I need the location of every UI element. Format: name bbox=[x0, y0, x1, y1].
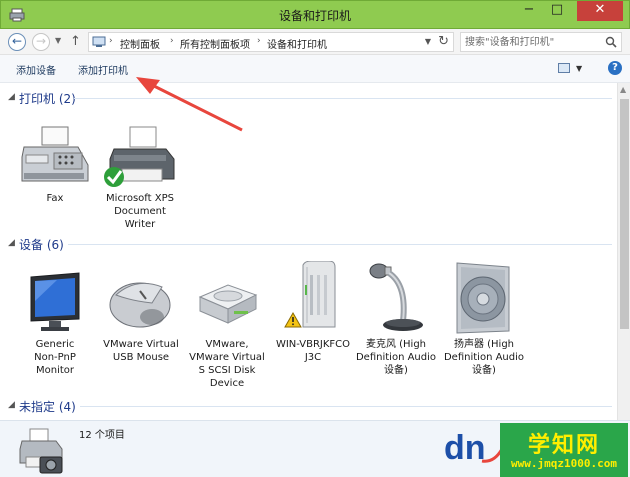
scroll-up-icon[interactable]: ▲ bbox=[620, 85, 626, 94]
group-header-printers[interactable]: ◢ 打印机 (2) bbox=[8, 89, 612, 107]
item-count: 12 个项目 bbox=[79, 430, 125, 441]
watermark-logo-icon: dn bbox=[444, 429, 504, 467]
address-toolbar: ← → ▼ ↑ › 控制面板 › 所有控制面板项 › 设备和打印机 ▼ ↻ bbox=[0, 29, 630, 55]
printer-default-icon bbox=[104, 126, 175, 187]
watermark-url: www.jmqz1000.com bbox=[511, 457, 617, 470]
group-title-printers: 打印机 (2) bbox=[19, 92, 76, 106]
collapse-chevron-icon[interactable]: ◢ bbox=[8, 238, 15, 248]
collapse-chevron-icon[interactable]: ◢ bbox=[8, 400, 15, 410]
breadcrumb-separator[interactable]: › bbox=[170, 36, 174, 46]
monitor-icon bbox=[30, 272, 80, 331]
add-device-button[interactable]: 添加设备 bbox=[16, 62, 56, 77]
view-options-dropdown[interactable]: ▼ bbox=[576, 64, 582, 73]
device-label: VMware Virtual USB Mouse bbox=[103, 339, 179, 363]
recent-locations-dropdown[interactable]: ▼ bbox=[55, 36, 61, 45]
fax-icon bbox=[21, 126, 89, 182]
svg-text:dn: dn bbox=[444, 429, 486, 467]
scrollbar-thumb[interactable] bbox=[620, 99, 629, 329]
change-view-button[interactable] bbox=[558, 63, 570, 73]
minimize-button[interactable]: − bbox=[515, 1, 543, 21]
group-divider bbox=[80, 406, 612, 407]
back-button[interactable]: ← bbox=[8, 33, 26, 51]
disk-drive-icon bbox=[198, 284, 258, 324]
maximize-button[interactable]: □ bbox=[543, 1, 571, 21]
speaker-icon bbox=[456, 262, 510, 334]
address-history-dropdown[interactable]: ▼ bbox=[425, 37, 431, 46]
group-header-devices[interactable]: ◢ 设备 (6) bbox=[8, 235, 612, 253]
group-title-devices: 设备 (6) bbox=[19, 238, 64, 252]
collapse-chevron-icon[interactable]: ◢ bbox=[8, 92, 15, 102]
forward-button[interactable]: → bbox=[32, 33, 50, 51]
device-label: Generic Non-PnP Monitor bbox=[34, 339, 76, 376]
breadcrumb-separator[interactable]: › bbox=[257, 36, 261, 46]
watermark-title: 学知网 bbox=[527, 433, 600, 458]
device-label: Microsoft XPS Document Writer bbox=[106, 193, 174, 230]
device-item-xps-writer[interactable]: Microsoft XPS Document Writer bbox=[97, 125, 183, 231]
breadcrumb[interactable]: › 控制面板 › 所有控制面板项 › 设备和打印机 ▼ ↻ bbox=[88, 32, 454, 52]
breadcrumb-control-panel[interactable]: 控制面板 bbox=[120, 36, 160, 51]
device-item-speaker[interactable]: 扬声器 (High Definition Audio 设备) bbox=[441, 259, 527, 377]
command-bar: 添加设备 添加打印机 ▼ ? bbox=[0, 55, 630, 83]
breadcrumb-all-items[interactable]: 所有控制面板项 bbox=[180, 36, 250, 51]
device-item-fax[interactable]: Fax bbox=[12, 125, 98, 205]
device-item-scsi-disk[interactable]: VMware, VMware Virtual S SCSI Disk Devic… bbox=[184, 271, 270, 390]
breadcrumb-separator[interactable]: › bbox=[109, 36, 113, 46]
mouse-icon bbox=[109, 282, 171, 328]
device-label: Fax bbox=[46, 193, 64, 204]
vertical-scrollbar[interactable]: ▲ bbox=[617, 83, 630, 420]
device-item-microphone[interactable]: 麦克风 (High Definition Audio 设备) bbox=[353, 259, 439, 377]
microphone-icon bbox=[369, 263, 423, 331]
watermark: dn 学知网 www.jmqz1000.com bbox=[442, 423, 630, 477]
watermark-badge: 学知网 www.jmqz1000.com bbox=[500, 423, 628, 477]
device-label: WIN-VBRJKFCO J3C bbox=[275, 339, 351, 363]
device-list-pane: ◢ 打印机 (2) Fax Microsoft XPS Document Wri… bbox=[0, 83, 630, 420]
printer-camera-icon bbox=[19, 428, 63, 474]
device-label: 扬声器 (High Definition Audio 设备) bbox=[443, 339, 525, 376]
device-item-computer[interactable]: WIN-VBRJKFCO J3C bbox=[270, 261, 356, 364]
control-panel-icon bbox=[92, 36, 106, 47]
device-label: VMware, VMware Virtual S SCSI Disk Devic… bbox=[189, 339, 265, 389]
group-title-unspecified: 未指定 (4) bbox=[19, 400, 76, 414]
breadcrumb-devices-printers[interactable]: 设备和打印机 bbox=[267, 36, 327, 51]
group-header-unspecified[interactable]: ◢ 未指定 (4) bbox=[8, 397, 612, 415]
search-icon[interactable] bbox=[605, 36, 617, 48]
search-input[interactable] bbox=[465, 35, 603, 49]
computer-warning-icon bbox=[284, 261, 336, 328]
annotation-arrow-icon bbox=[136, 77, 243, 132]
device-label: 麦克风 (High Definition Audio 设备) bbox=[355, 339, 437, 376]
help-button[interactable]: ? bbox=[608, 61, 622, 75]
group-divider bbox=[68, 244, 612, 245]
add-printer-button[interactable]: 添加打印机 bbox=[78, 62, 128, 77]
device-item-usb-mouse[interactable]: VMware Virtual USB Mouse bbox=[98, 271, 184, 364]
title-bar: 设备和打印机 − □ ✕ bbox=[0, 0, 630, 29]
search-box[interactable] bbox=[460, 32, 622, 52]
device-item-monitor[interactable]: Generic Non-PnP Monitor bbox=[12, 271, 98, 377]
refresh-button[interactable]: ↻ bbox=[438, 34, 449, 49]
close-button[interactable]: ✕ bbox=[577, 1, 623, 21]
up-button[interactable]: ↑ bbox=[70, 34, 81, 49]
